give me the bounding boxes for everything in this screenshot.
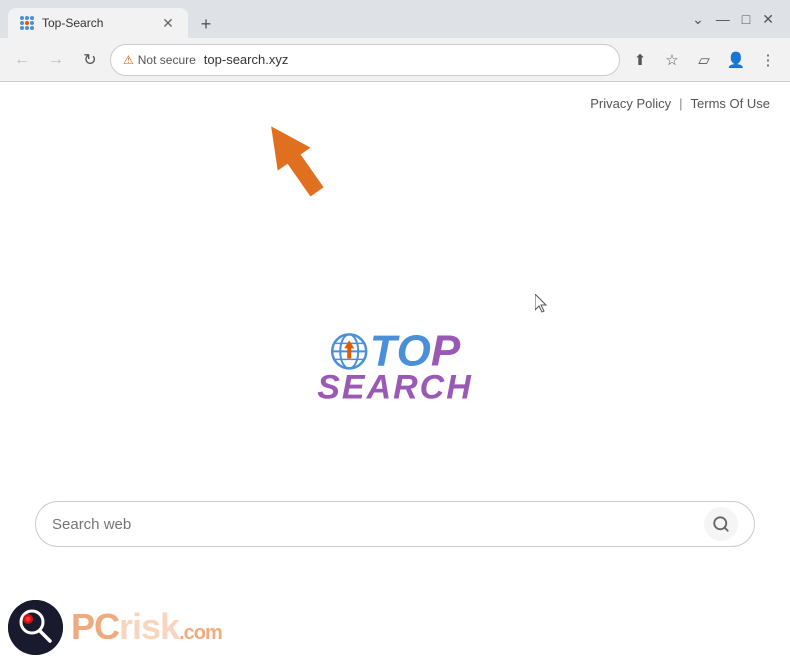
close-button[interactable]: ✕	[762, 11, 774, 28]
tab-favicon	[20, 16, 34, 30]
pcrisk-icon	[8, 600, 63, 655]
pc-text: PC	[71, 606, 119, 647]
tab-strip: Top-Search ✕ +	[8, 0, 688, 38]
logo-search-text: SEARCH	[317, 368, 473, 407]
arrow-indicator	[245, 112, 335, 217]
search-input[interactable]	[52, 516, 704, 533]
top-right-links: Privacy Policy | Terms Of Use	[590, 96, 770, 111]
address-text: top-search.xyz	[204, 52, 607, 67]
domain-text: .com	[179, 622, 222, 644]
back-button[interactable]: ←	[8, 46, 36, 74]
security-label: Not secure	[138, 53, 196, 67]
privacy-policy-link[interactable]: Privacy Policy	[590, 96, 671, 111]
new-tab-button[interactable]: +	[192, 10, 220, 38]
bookmark-button[interactable]: ☆	[658, 46, 686, 74]
nav-actions: ⬆ ☆ ▱ 👤 ⋮	[626, 46, 782, 74]
address-bar[interactable]: ⚠ Not secure top-search.xyz	[110, 44, 620, 76]
profile-button[interactable]: 👤	[722, 46, 750, 74]
reload-button[interactable]: ↻	[76, 46, 104, 74]
maximize-button[interactable]: □	[742, 11, 750, 27]
terms-of-use-link[interactable]: Terms Of Use	[691, 96, 770, 111]
pcrisk-watermark: PCrisk.com	[0, 587, 250, 667]
tab-title: Top-Search	[42, 16, 152, 30]
active-tab[interactable]: Top-Search ✕	[8, 8, 188, 38]
globe-icon	[330, 332, 368, 370]
split-view-button[interactable]: ▱	[690, 46, 718, 74]
forward-button[interactable]: →	[42, 46, 70, 74]
tab-close-button[interactable]: ✕	[160, 15, 176, 31]
window-controls: ⌄ — □ ✕	[692, 11, 782, 28]
site-logo: T O P SEARCH	[317, 326, 473, 407]
mouse-cursor	[535, 294, 551, 314]
navigation-bar: ← → ↻ ⚠ Not secure top-search.xyz ⬆ ☆ ▱ …	[0, 38, 790, 82]
minimize-button[interactable]: —	[716, 11, 730, 27]
search-button[interactable]	[704, 507, 738, 541]
title-bar: Top-Search ✕ + ⌄ — □ ✕	[0, 0, 790, 38]
link-divider: |	[679, 96, 682, 111]
pcrisk-text: PCrisk.com	[71, 606, 222, 648]
risk-text: risk	[119, 606, 179, 647]
search-bar-container	[35, 501, 755, 547]
browser-window: Top-Search ✕ + ⌄ — □ ✕ ← → ↻ ⚠ Not secur…	[0, 0, 790, 667]
share-button[interactable]: ⬆	[626, 46, 654, 74]
security-warning-icon: ⚠ Not secure	[123, 53, 196, 67]
page-content: Privacy Policy | Terms Of Use	[0, 82, 790, 667]
menu-button[interactable]: ⋮	[754, 46, 782, 74]
search-bar	[35, 501, 755, 547]
